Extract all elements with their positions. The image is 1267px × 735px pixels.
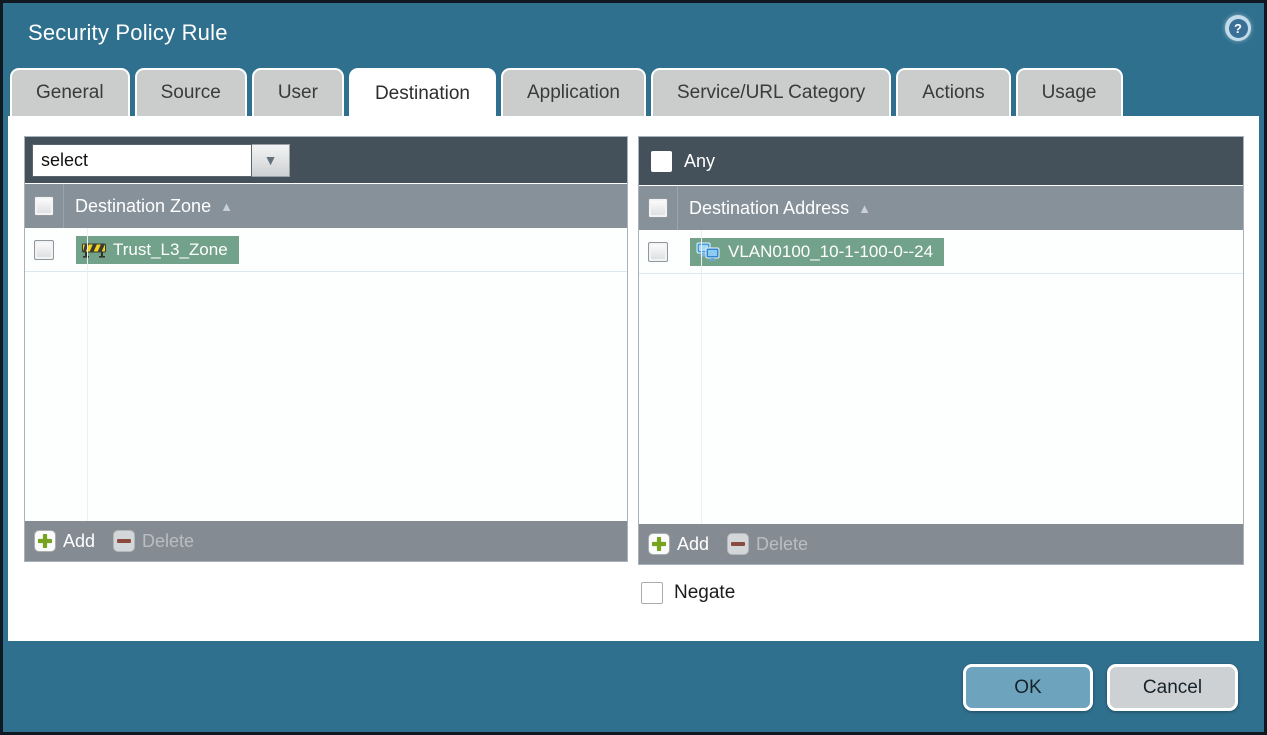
zone-add-label: Add	[63, 530, 96, 551]
address-icon	[696, 242, 720, 261]
address-header-checkbox-cell	[639, 198, 677, 218]
zone-select-combo: ▼	[32, 143, 290, 177]
title-bar: Security Policy Rule ?	[0, 0, 1267, 66]
zone-delete-button[interactable]: Delete	[113, 530, 194, 552]
address-delete-label: Delete	[756, 533, 809, 554]
zone-panel-topbar: ▼	[25, 137, 627, 183]
tab-usage[interactable]: Usage	[1015, 68, 1123, 116]
address-tag-label: VLAN0100_10-1-100-0--24	[728, 241, 934, 261]
column-divider	[701, 230, 702, 524]
column-divider	[677, 186, 678, 230]
address-column-header-row: Destination Address ▲	[639, 185, 1243, 230]
table-row[interactable]: VLAN0100_10-1-100-0--24	[639, 230, 1243, 274]
help-icon[interactable]: ?	[1225, 15, 1251, 41]
tab-actions[interactable]: Actions	[896, 68, 1011, 116]
zone-select-input[interactable]	[32, 143, 252, 177]
zone-add-button[interactable]: Add	[34, 530, 95, 552]
ok-button[interactable]: OK	[963, 664, 1093, 711]
zone-select-all-checkbox[interactable]	[34, 196, 54, 216]
column-divider	[63, 184, 64, 228]
zone-delete-label: Delete	[142, 530, 195, 551]
zone-select-dropdown-button[interactable]: ▼	[252, 143, 290, 177]
address-panel-toolbar: Add Delete	[639, 524, 1243, 564]
address-delete-button[interactable]: Delete	[727, 533, 808, 555]
dialog-title: Security Policy Rule	[28, 20, 228, 45]
destination-tab-content: ▼ Destination Zone ▲	[8, 116, 1259, 641]
row-checkbox-cell	[639, 241, 677, 262]
delete-minus-icon	[727, 533, 750, 555]
address-tag[interactable]: VLAN0100_10-1-100-0--24	[690, 237, 945, 266]
sort-asc-icon[interactable]: ▲	[858, 201, 871, 216]
zone-column-header-row: Destination Zone ▲	[25, 183, 627, 228]
chevron-down-icon: ▼	[263, 152, 278, 168]
zone-header-checkbox-cell	[25, 196, 63, 216]
help-icon-glyph: ?	[1228, 18, 1248, 38]
zone-panel-toolbar: Add Delete	[25, 521, 627, 561]
any-checkbox[interactable]	[651, 150, 672, 172]
tab-user[interactable]: User	[251, 68, 344, 116]
address-row-checkbox[interactable]	[648, 241, 668, 262]
zone-list-body: Trust_L3_Zone	[25, 228, 627, 521]
address-list-body: VLAN0100_10-1-100-0--24	[639, 230, 1243, 524]
any-label: Any	[684, 150, 716, 171]
security-policy-rule-dialog: Security Policy Rule ? General Source Us…	[0, 0, 1267, 735]
add-plus-icon	[648, 533, 670, 555]
add-plus-icon	[34, 530, 56, 552]
delete-minus-icon	[113, 530, 136, 552]
table-row[interactable]: Trust_L3_Zone	[25, 228, 627, 272]
address-add-button[interactable]: Add	[648, 533, 709, 555]
destination-zone-panel: ▼ Destination Zone ▲	[24, 136, 628, 562]
column-divider	[87, 228, 88, 521]
zone-icon	[82, 243, 106, 258]
tab-destination[interactable]: Destination	[348, 68, 496, 118]
address-add-label: Add	[677, 533, 710, 554]
zone-column-header[interactable]: Destination Zone	[75, 196, 211, 217]
row-checkbox-cell	[25, 239, 63, 260]
cancel-button[interactable]: Cancel	[1107, 664, 1238, 711]
address-select-all-checkbox[interactable]	[648, 198, 668, 218]
address-column-header[interactable]: Destination Address	[689, 198, 849, 219]
tab-bar: General Source User Destination Applicat…	[10, 68, 1123, 118]
tab-application[interactable]: Application	[501, 68, 646, 116]
negate-row: Negate	[641, 582, 735, 604]
zone-tag-label: Trust_L3_Zone	[113, 239, 228, 259]
destination-address-panel: Any Destination Address ▲ VLAN0100_10-1-…	[638, 136, 1244, 565]
sort-asc-icon[interactable]: ▲	[220, 199, 233, 214]
zone-row-checkbox[interactable]	[34, 239, 54, 260]
tab-source[interactable]: Source	[134, 68, 247, 116]
tab-general[interactable]: General	[10, 68, 130, 116]
zone-tag[interactable]: Trust_L3_Zone	[76, 235, 239, 264]
address-panel-topbar: Any	[639, 137, 1243, 185]
tab-service-url-category[interactable]: Service/URL Category	[650, 68, 892, 116]
negate-checkbox[interactable]	[641, 582, 663, 604]
negate-label: Negate	[674, 582, 736, 603]
